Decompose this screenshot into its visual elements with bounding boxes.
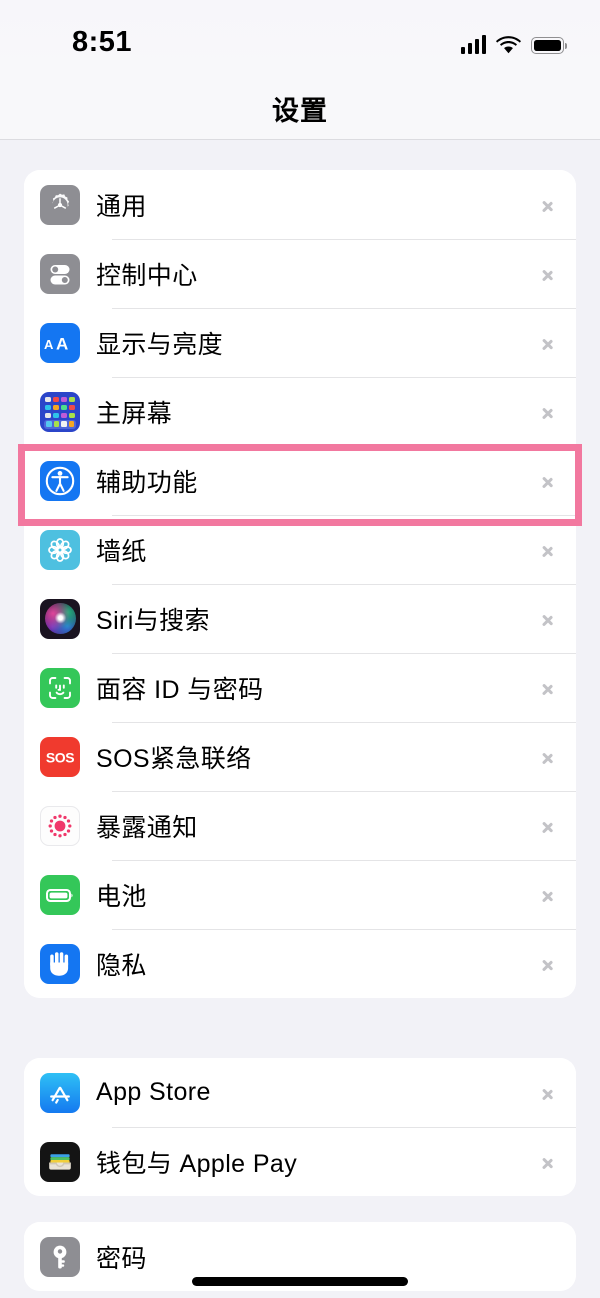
battery-full-icon (531, 37, 564, 54)
settings-row-label: 辅助功能 (96, 463, 541, 499)
gear-icon (40, 185, 80, 225)
sos-icon: SOS (40, 737, 80, 777)
home-screen-icon (40, 392, 80, 432)
settings-row-home-screen[interactable]: 主屏幕 (24, 377, 576, 446)
chevron-right-icon (541, 607, 556, 631)
settings-row-label: 主屏幕 (96, 394, 541, 430)
status-bar-indicators (461, 28, 565, 54)
wallet-icon (40, 1142, 80, 1182)
battery-icon (40, 875, 80, 915)
settings-row-label: 隐私 (96, 946, 541, 982)
settings-row-battery[interactable]: 电池 (24, 860, 576, 929)
settings-row-label: 通用 (96, 187, 541, 223)
settings-row-label: 墙纸 (96, 532, 541, 568)
settings-row-label: 面容 ID 与密码 (96, 670, 541, 706)
wallpaper-icon (40, 530, 80, 570)
settings-row-app-store[interactable]: App Store (24, 1058, 576, 1127)
passwords-key-icon (40, 1237, 80, 1277)
settings-row-exposure-notifications[interactable]: 暴露通知 (24, 791, 576, 860)
chevron-right-icon (541, 193, 556, 217)
chevron-right-icon (541, 745, 556, 769)
settings-row-label: 电池 (96, 877, 541, 913)
display-brightness-icon: A A (40, 323, 80, 363)
cellular-signal-icon (461, 34, 487, 54)
face-id-icon (40, 668, 80, 708)
settings-row-privacy[interactable]: 隐私 (24, 929, 576, 998)
settings-group-store: App Store 钱包与 Apple Pay (24, 1058, 576, 1196)
chevron-right-icon (541, 262, 556, 286)
settings-row-siri-search[interactable]: Siri与搜索 (24, 584, 576, 653)
settings-list[interactable]: 通用 控制中心 A A 显示与亮度 (0, 141, 600, 1298)
navigation-bar: 设置 (0, 78, 600, 140)
settings-row-label: 暴露通知 (96, 808, 541, 844)
chevron-right-icon (541, 883, 556, 907)
settings-group-system: 通用 控制中心 A A 显示与亮度 (24, 170, 576, 998)
chevron-right-icon (541, 814, 556, 838)
wifi-icon (496, 35, 521, 54)
chevron-right-icon (541, 952, 556, 976)
app-store-icon (40, 1073, 80, 1113)
chevron-right-icon (541, 469, 556, 493)
control-center-icon (40, 254, 80, 294)
status-bar: 8:51 (0, 0, 600, 78)
chevron-right-icon (541, 676, 556, 700)
home-indicator (192, 1277, 408, 1286)
siri-icon (40, 599, 80, 639)
settings-row-label: 钱包与 Apple Pay (96, 1144, 541, 1180)
settings-row-label: 控制中心 (96, 256, 541, 292)
chevron-right-icon (541, 538, 556, 562)
chevron-right-icon (541, 1081, 556, 1105)
settings-row-label: App Store (96, 1078, 541, 1107)
privacy-hand-icon (40, 944, 80, 984)
settings-row-control-center[interactable]: 控制中心 (24, 239, 576, 308)
settings-row-label: Siri与搜索 (96, 601, 541, 637)
settings-row-display-brightness[interactable]: A A 显示与亮度 (24, 308, 576, 377)
status-bar-time: 8:51 (72, 26, 132, 59)
settings-row-general[interactable]: 通用 (24, 170, 576, 239)
settings-row-label: 显示与亮度 (96, 325, 541, 361)
chevron-right-icon (541, 331, 556, 355)
accessibility-icon (40, 461, 80, 501)
svg-text:SOS: SOS (46, 749, 74, 765)
settings-row-emergency-sos[interactable]: SOS SOS紧急联络 (24, 722, 576, 791)
exposure-notification-icon (40, 806, 80, 846)
settings-row-wallet-apple-pay[interactable]: 钱包与 Apple Pay (24, 1127, 576, 1196)
svg-text:A: A (56, 334, 68, 353)
settings-row-accessibility[interactable]: 辅助功能 (24, 446, 576, 515)
settings-row-wallpaper[interactable]: 墙纸 (24, 515, 576, 584)
chevron-right-icon (541, 400, 556, 424)
settings-row-label: 密码 (96, 1239, 556, 1275)
page-title: 设置 (272, 89, 328, 128)
settings-row-label: SOS紧急联络 (96, 739, 541, 775)
settings-row-face-id-passcode[interactable]: 面容 ID 与密码 (24, 653, 576, 722)
chevron-right-icon (541, 1150, 556, 1174)
svg-text:A: A (44, 337, 54, 352)
